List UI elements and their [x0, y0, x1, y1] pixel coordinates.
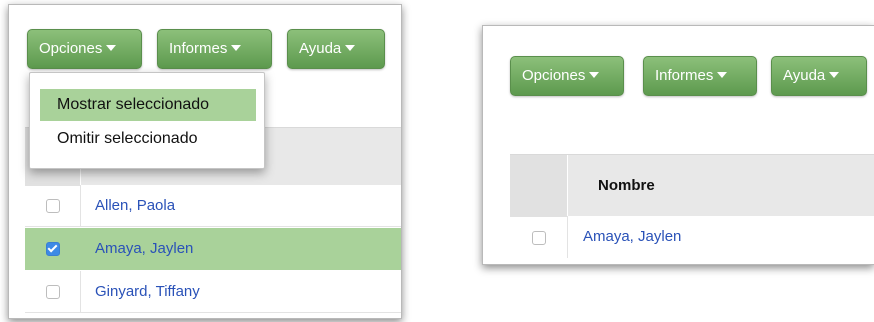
select-column-header — [510, 155, 568, 217]
checkmark-icon — [47, 242, 58, 253]
column-header-name[interactable]: Nombre — [598, 177, 655, 194]
chevron-down-icon — [106, 45, 117, 52]
help-button-label: Ayuda — [299, 40, 342, 57]
chevron-down-icon — [231, 45, 242, 52]
reports-button-label: Informes — [169, 40, 228, 57]
table-row: Ginyard, Tiffany — [25, 271, 401, 313]
reports-menu-button[interactable]: Informes — [643, 56, 757, 96]
table-row: Amaya, Jaylen — [510, 216, 874, 258]
person-name-link[interactable]: Allen, Paola — [95, 197, 175, 214]
person-name-link[interactable]: Amaya, Jaylen — [583, 228, 681, 245]
help-menu-button[interactable]: Ayuda — [771, 56, 867, 96]
table-row-selected: Amaya, Jaylen — [25, 228, 401, 270]
reports-menu-button[interactable]: Informes — [157, 29, 272, 69]
menu-item-show-selected[interactable]: Mostrar seleccionado — [40, 89, 256, 121]
row-checkbox-checked[interactable] — [46, 242, 60, 256]
checkbox-cell — [25, 228, 81, 270]
options-menu-button[interactable]: Opciones — [510, 56, 624, 96]
options-button-label: Opciones — [522, 67, 586, 84]
row-checkbox[interactable] — [46, 285, 60, 299]
chevron-down-icon — [717, 72, 728, 79]
options-dropdown-menu: Mostrar seleccionado Omitir seleccionado — [29, 72, 265, 169]
checkbox-cell — [25, 185, 81, 227]
table-header: Nombre — [510, 154, 874, 217]
person-name-link[interactable]: Amaya, Jaylen — [95, 240, 193, 257]
checkbox-cell — [510, 216, 568, 258]
options-menu-button[interactable]: Opciones — [27, 29, 142, 69]
menu-item-omit-selected[interactable]: Omitir seleccionado — [40, 123, 256, 155]
help-menu-button[interactable]: Ayuda — [287, 29, 385, 69]
person-name-link[interactable]: Ginyard, Tiffany — [95, 283, 200, 300]
options-button-label: Opciones — [39, 40, 103, 57]
left-screenshot-panel: Opciones Informes Ayuda Allen, Paola Ama… — [8, 4, 402, 319]
chevron-down-icon — [589, 72, 600, 79]
table-row: Allen, Paola — [25, 185, 401, 227]
help-button-label: Ayuda — [783, 67, 826, 84]
row-checkbox[interactable] — [532, 231, 546, 245]
reports-button-label: Informes — [655, 67, 714, 84]
chevron-down-icon — [345, 45, 356, 52]
right-screenshot-panel: Opciones Informes Ayuda Nombre Amaya, Ja… — [482, 25, 874, 265]
checkbox-cell — [25, 271, 81, 313]
row-checkbox[interactable] — [46, 199, 60, 213]
chevron-down-icon — [829, 72, 840, 79]
